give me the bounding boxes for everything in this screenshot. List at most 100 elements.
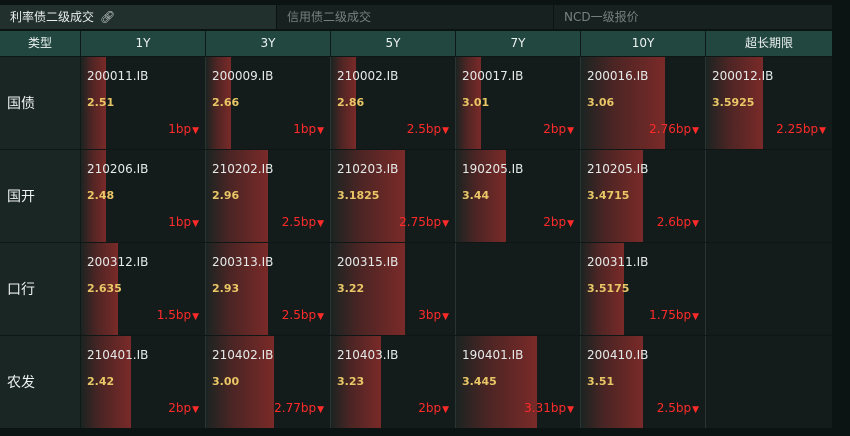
bond-cell[interactable]: 200011.IB 2.51 1bp▼ bbox=[81, 57, 206, 149]
tab-ncd-primary-quote[interactable]: NCD一级报价 bbox=[554, 5, 832, 29]
yield-change-value: 2.76bp bbox=[649, 122, 692, 136]
yield-change-value: 2.5bp bbox=[281, 308, 317, 322]
bond-code: 200011.IB bbox=[87, 69, 149, 83]
table-row: 国开 210206.IB 2.48 1bp▼ 210202.IB 2.96 2.5bp▼ 21… bbox=[0, 149, 832, 242]
yield-change-value: 3bp bbox=[418, 308, 442, 322]
bond-cell[interactable]: 200017.IB 3.01 2bp▼ bbox=[456, 57, 581, 149]
bond-code: 210202.IB bbox=[212, 162, 274, 176]
bond-yield: 3.23 bbox=[337, 375, 365, 388]
yield-change-value: 2.6bp bbox=[656, 215, 692, 229]
yield-change: 1bp▼ bbox=[168, 122, 199, 136]
bond-yield: 2.96 bbox=[212, 189, 240, 202]
bond-cell[interactable]: 200009.IB 2.66 1bp▼ bbox=[206, 57, 331, 149]
bond-cell[interactable]: 210202.IB 2.96 2.5bp▼ bbox=[206, 150, 331, 242]
bond-code: 200009.IB bbox=[212, 69, 274, 83]
bond-yield: 2.66 bbox=[212, 96, 240, 109]
bond-cell[interactable]: 210205.IB 3.4715 2.6bp▼ bbox=[581, 150, 706, 242]
bond-cell[interactable]: 190401.IB 3.445 3.31bp▼ bbox=[456, 336, 581, 428]
yield-change-value: 2.5bp bbox=[406, 122, 442, 136]
bond-cell[interactable]: 210401.IB 2.42 2bp▼ bbox=[81, 336, 206, 428]
link-icon[interactable]: 🔗︎ bbox=[100, 5, 115, 29]
bond-code: 200313.IB bbox=[212, 255, 274, 269]
bond-yield: 2.635 bbox=[87, 282, 122, 295]
bond-code: 200315.IB bbox=[337, 255, 399, 269]
col-header-7y[interactable]: 7Y bbox=[456, 31, 581, 56]
bond-yield: 3.5175 bbox=[587, 282, 630, 295]
bond-cell[interactable]: 210402.IB 3.00 2.77bp▼ bbox=[206, 336, 331, 428]
yield-change: 2.5bp▼ bbox=[407, 122, 449, 136]
bond-cell[interactable]: 210203.IB 3.1825 2.75bp▼ bbox=[331, 150, 456, 242]
bond-yield: 3.01 bbox=[462, 96, 490, 109]
col-header-ultra-long[interactable]: 超长期限 bbox=[706, 31, 832, 56]
yield-change: 2.5bp▼ bbox=[282, 308, 324, 322]
bond-code: 210205.IB bbox=[587, 162, 649, 176]
yield-change: 1bp▼ bbox=[293, 122, 324, 136]
bond-cell[interactable]: 200313.IB 2.93 2.5bp▼ bbox=[206, 243, 331, 335]
down-arrow-icon: ▼ bbox=[692, 126, 699, 136]
row-type-label: 农发 bbox=[0, 336, 81, 428]
tab-credit-bond-secondary[interactable]: 信用债二级成交 bbox=[277, 5, 554, 29]
bond-code: 200410.IB bbox=[587, 348, 649, 362]
bond-code: 210401.IB bbox=[87, 348, 149, 362]
table-body: 国债 200011.IB 2.51 1bp▼ 200009.IB 2.66 1bp▼ 2100… bbox=[0, 56, 832, 428]
table-row: 国债 200011.IB 2.51 1bp▼ 200009.IB 2.66 1bp▼ 2100… bbox=[0, 56, 832, 149]
bond-code: 200016.IB bbox=[587, 69, 649, 83]
bond-cell bbox=[456, 243, 581, 335]
down-arrow-icon: ▼ bbox=[317, 312, 324, 322]
bond-yield: 3.445 bbox=[462, 375, 497, 388]
bond-code: 200017.IB bbox=[462, 69, 524, 83]
col-header-10y[interactable]: 10Y bbox=[581, 31, 706, 56]
bond-yield: 2.42 bbox=[87, 375, 115, 388]
yield-change: 2bp▼ bbox=[418, 401, 449, 415]
bond-yield: 2.93 bbox=[212, 282, 240, 295]
yield-change-value: 2bp bbox=[418, 401, 442, 415]
yield-change-value: 2.25bp bbox=[776, 122, 819, 136]
bond-yield: 3.51 bbox=[587, 375, 615, 388]
bond-cell[interactable]: 200012.IB 3.5925 2.25bp▼ bbox=[706, 57, 832, 149]
bond-cell bbox=[706, 150, 832, 242]
yield-change-value: 2.75bp bbox=[399, 215, 442, 229]
bond-cell[interactable]: 200311.IB 3.5175 1.75bp▼ bbox=[581, 243, 706, 335]
bond-code: 210002.IB bbox=[337, 69, 399, 83]
bond-cell[interactable]: 210002.IB 2.86 2.5bp▼ bbox=[331, 57, 456, 149]
bond-cell[interactable]: 210403.IB 3.23 2bp▼ bbox=[331, 336, 456, 428]
bond-yield: 2.86 bbox=[337, 96, 365, 109]
bond-cell bbox=[706, 336, 832, 428]
col-header-5y[interactable]: 5Y bbox=[331, 31, 456, 56]
down-arrow-icon: ▼ bbox=[567, 126, 574, 136]
bond-cell[interactable]: 200016.IB 3.06 2.76bp▼ bbox=[581, 57, 706, 149]
bond-yield: 3.00 bbox=[212, 375, 240, 388]
col-header-3y[interactable]: 3Y bbox=[206, 31, 331, 56]
yield-change: 2bp▼ bbox=[543, 215, 574, 229]
yield-change-value: 2.5bp bbox=[656, 401, 692, 415]
yield-change: 3bp▼ bbox=[418, 308, 449, 322]
bond-cell[interactable]: 200312.IB 2.635 1.5bp▼ bbox=[81, 243, 206, 335]
row-type-label: 口行 bbox=[0, 243, 81, 335]
bond-code: 210403.IB bbox=[337, 348, 399, 362]
tab-label: NCD一级报价 bbox=[564, 10, 639, 24]
tab-bar: 利率债二级成交 🔗︎ 信用债二级成交 NCD一级报价 bbox=[0, 5, 832, 29]
yield-change: 2.5bp▼ bbox=[657, 401, 699, 415]
down-arrow-icon: ▼ bbox=[192, 405, 199, 415]
yield-change-value: 2.77bp bbox=[274, 401, 317, 415]
yield-change-value: 3.31bp bbox=[524, 401, 567, 415]
yield-change: 3.31bp▼ bbox=[524, 401, 574, 415]
bond-cell[interactable]: 200315.IB 3.22 3bp▼ bbox=[331, 243, 456, 335]
bond-yield: 3.06 bbox=[587, 96, 615, 109]
bond-yield: 3.5925 bbox=[712, 96, 755, 109]
col-header-1y[interactable]: 1Y bbox=[81, 31, 206, 56]
tab-rate-bond-secondary[interactable]: 利率债二级成交 🔗︎ bbox=[0, 5, 277, 29]
row-type-label: 国债 bbox=[0, 57, 81, 149]
down-arrow-icon: ▼ bbox=[317, 219, 324, 229]
yield-change-value: 2.5bp bbox=[281, 215, 317, 229]
bond-cell[interactable]: 200410.IB 3.51 2.5bp▼ bbox=[581, 336, 706, 428]
yield-change-value: 1bp bbox=[293, 122, 317, 136]
yield-change-value: 2bp bbox=[543, 122, 567, 136]
yield-change: 2.25bp▼ bbox=[776, 122, 826, 136]
bond-code: 210203.IB bbox=[337, 162, 399, 176]
down-arrow-icon: ▼ bbox=[192, 126, 199, 136]
bond-code: 190205.IB bbox=[462, 162, 524, 176]
bond-cell[interactable]: 210206.IB 2.48 1bp▼ bbox=[81, 150, 206, 242]
bond-cell[interactable]: 190205.IB 3.44 2bp▼ bbox=[456, 150, 581, 242]
tab-label: 利率债二级成交 bbox=[10, 10, 95, 24]
